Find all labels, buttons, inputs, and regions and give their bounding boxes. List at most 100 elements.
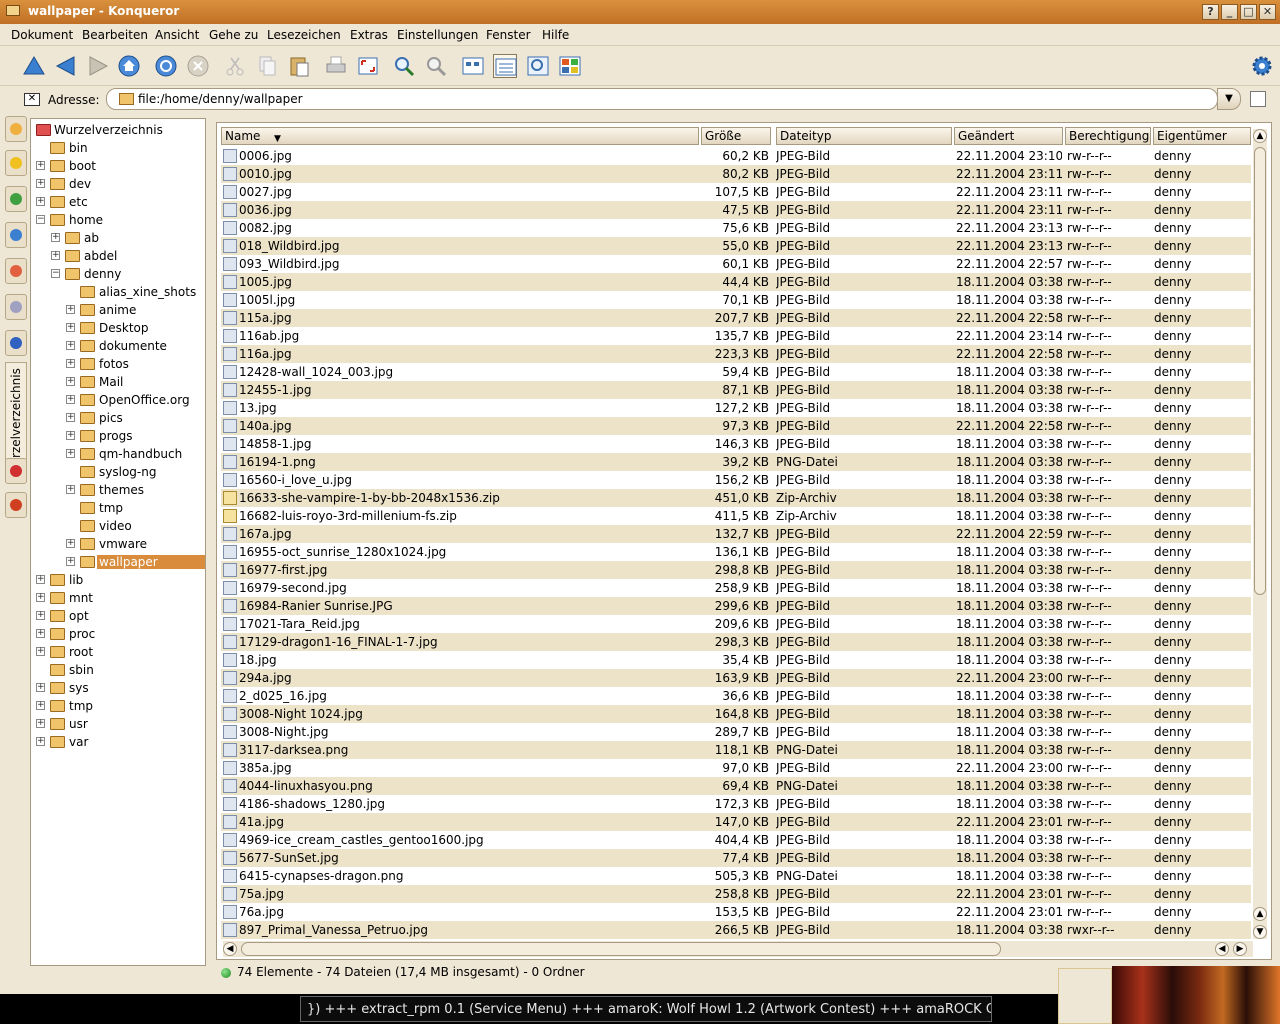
- expand-icon[interactable]: +: [36, 683, 45, 692]
- sidebar-bookmarks-button[interactable]: [5, 150, 27, 176]
- expand-icon[interactable]: +: [66, 485, 75, 494]
- vertical-scrollbar[interactable]: ▲ ▲ ▼: [1253, 129, 1267, 939]
- expand-icon[interactable]: +: [66, 557, 75, 566]
- scroll-right-arrow-icon[interactable]: ▶: [1233, 942, 1247, 956]
- file-row[interactable]: 116ab.jpg 135,7 KB JPEG-Bild 22.11.2004 23:…: [221, 327, 1251, 345]
- minimize-button[interactable]: _: [1221, 4, 1238, 20]
- news-ticker[interactable]: }) +++ extract_rpm 0.1 (Service Menu) ++…: [300, 996, 992, 1022]
- file-row[interactable]: 13.jpg 127,2 KB JPEG-Bild 18.11.2004 03:38 r…: [221, 399, 1251, 417]
- title-bar[interactable]: wallpaper - Konqueror ? _ □ ✕: [0, 0, 1280, 24]
- expand-icon[interactable]: +: [36, 197, 45, 206]
- expand-icon[interactable]: +: [36, 701, 45, 710]
- header-permissions[interactable]: Berechtigungen: [1065, 127, 1151, 145]
- expand-icon[interactable]: +: [66, 323, 75, 332]
- file-row[interactable]: 4044-linuxhasyou.png 69,4 KB PNG-Datei 18.1…: [221, 777, 1251, 795]
- expand-icon[interactable]: +: [66, 539, 75, 548]
- menu-ansicht[interactable]: Ansicht: [155, 28, 199, 42]
- clear-location-icon[interactable]: ✕: [24, 93, 40, 106]
- expand-icon[interactable]: +: [36, 611, 45, 620]
- menu-bearbeiten[interactable]: Bearbeiten: [82, 28, 148, 42]
- cut-icon[interactable]: [223, 54, 247, 78]
- file-row[interactable]: 16977-first.jpg 298,8 KB JPEG-Bild 18.11.20…: [221, 561, 1251, 579]
- forward-icon[interactable]: [86, 54, 110, 78]
- file-row[interactable]: 0082.jpg 75,6 KB JPEG-Bild 22.11.2004 23:13…: [221, 219, 1251, 237]
- file-row[interactable]: 76a.jpg 153,5 KB JPEG-Bild 22.11.2004 23:01…: [221, 903, 1251, 921]
- expand-icon[interactable]: +: [51, 251, 60, 260]
- expand-icon[interactable]: +: [36, 575, 45, 584]
- copy-icon[interactable]: [255, 54, 279, 78]
- scroll-up-arrow-icon-2[interactable]: ▲: [1253, 907, 1267, 921]
- expand-icon[interactable]: +: [36, 161, 45, 170]
- maximize-button[interactable]: □: [1240, 4, 1257, 20]
- file-list[interactable]: Name ▼ Größe Dateityp Geändert Berechtigu…: [216, 122, 1272, 960]
- folder-tree[interactable]: Wurzelverzeichnis bin + boot + dev + etc − home +…: [30, 118, 206, 966]
- sidebar-search-button[interactable]: [5, 116, 27, 142]
- close-button[interactable]: ✕: [1259, 4, 1276, 20]
- file-row[interactable]: 4969-ice_cream_castles_gentoo1600.jpg 404…: [221, 831, 1251, 849]
- expand-icon[interactable]: +: [66, 413, 75, 422]
- address-value[interactable]: file:/home/denny/wallpaper: [138, 92, 303, 106]
- file-row[interactable]: 140a.jpg 97,3 KB JPEG-Bild 22.11.2004 22:58…: [221, 417, 1251, 435]
- file-row[interactable]: 2_d025_16.jpg 36,6 KB JPEG-Bild 18.11.2004 …: [221, 687, 1251, 705]
- file-row[interactable]: 16633-she-vampire-1-by-bb-2048x1536.zip 4…: [221, 489, 1251, 507]
- file-row[interactable]: 3117-darksea.png 118,1 KB PNG-Datei 18.11.2…: [221, 741, 1251, 759]
- header-owner[interactable]: Eigentümer: [1153, 127, 1251, 145]
- fullscreen-icon[interactable]: [356, 54, 380, 78]
- konqueror-gear-icon[interactable]: [1250, 54, 1274, 78]
- file-row[interactable]: 3008-Night.jpg 289,7 KB JPEG-Bild 18.11.200…: [221, 723, 1251, 741]
- sidebar-home-button[interactable]: [5, 258, 27, 284]
- detail-view-icon[interactable]: [493, 54, 517, 78]
- print-icon[interactable]: [324, 54, 348, 78]
- file-row[interactable]: 115a.jpg 207,7 KB JPEG-Bild 22.11.2004 22:5…: [221, 309, 1251, 327]
- file-row[interactable]: 1005.jpg 44,4 KB JPEG-Bild 18.11.2004 03:38…: [221, 273, 1251, 291]
- header-modified[interactable]: Geändert: [954, 127, 1063, 145]
- menu-dokument[interactable]: Dokument: [11, 28, 73, 42]
- expand-icon[interactable]: +: [66, 341, 75, 350]
- file-row[interactable]: 6415-cynapses-dragon.png 505,3 KB PNG-Date…: [221, 867, 1251, 885]
- sidebar-network-button[interactable]: [5, 294, 27, 320]
- expand-icon[interactable]: +: [36, 719, 45, 728]
- multi-column-icon[interactable]: [558, 54, 582, 78]
- stop-icon[interactable]: [186, 54, 210, 78]
- file-row[interactable]: 18.jpg 35,4 KB JPEG-Bild 18.11.2004 03:38 rw…: [221, 651, 1251, 669]
- preview-icon[interactable]: [526, 54, 550, 78]
- file-row[interactable]: 0010.jpg 80,2 KB JPEG-Bild 22.11.2004 23:11…: [221, 165, 1251, 183]
- header-type[interactable]: Dateityp: [776, 127, 952, 145]
- file-row[interactable]: 1005l.jpg 70,1 KB JPEG-Bild 18.11.2004 03:3…: [221, 291, 1251, 309]
- file-row[interactable]: 167a.jpg 132,7 KB JPEG-Bild 22.11.2004 22:5…: [221, 525, 1251, 543]
- menu-hilfe[interactable]: Hilfe: [542, 28, 569, 42]
- menu-extras[interactable]: Extras: [350, 28, 388, 42]
- file-row[interactable]: 3008-Night 1024.jpg 164,8 KB JPEG-Bild 18.1…: [221, 705, 1251, 723]
- menu-lesezeichen[interactable]: Lesezeichen: [267, 28, 341, 42]
- sidebar-history-button[interactable]: [5, 222, 27, 248]
- file-row[interactable]: 0006.jpg 60,2 KB JPEG-Bild 22.11.2004 23:10…: [221, 147, 1251, 165]
- up-icon[interactable]: [22, 54, 46, 78]
- sidebar-devices-button[interactable]: [5, 186, 27, 212]
- expand-icon[interactable]: +: [66, 431, 75, 440]
- file-row[interactable]: 385a.jpg 97,0 KB JPEG-Bild 22.11.2004 23:00…: [221, 759, 1251, 777]
- address-dropdown-button[interactable]: ▼: [1217, 88, 1241, 110]
- scroll-up-arrow-icon[interactable]: ▲: [1253, 129, 1267, 143]
- expand-icon[interactable]: +: [66, 377, 75, 386]
- file-row[interactable]: 16194-1.png 39,2 KB PNG-Datei 18.11.2004 03…: [221, 453, 1251, 471]
- file-row[interactable]: 16560-i_love_u.jpg 156,2 KB JPEG-Bild 18.11…: [221, 471, 1251, 489]
- menu-gehe-zu[interactable]: Gehe zu: [209, 28, 258, 42]
- expand-icon[interactable]: +: [66, 359, 75, 368]
- scroll-left-arrow-icon[interactable]: ◀: [223, 942, 237, 956]
- help-button[interactable]: ?: [1202, 4, 1219, 20]
- scroll-left-arrow-icon-2[interactable]: ◀: [1215, 942, 1229, 956]
- address-input[interactable]: file:/home/denny/wallpaper: [106, 88, 1218, 110]
- tray-applet[interactable]: [1058, 968, 1112, 1024]
- menu-fenster[interactable]: Fenster: [486, 28, 531, 42]
- file-row[interactable]: 14858-1.jpg 146,3 KB JPEG-Bild 18.11.2004 0…: [221, 435, 1251, 453]
- file-row[interactable]: 16955-oct_sunrise_1280x1024.jpg 136,1 KB J…: [221, 543, 1251, 561]
- scroll-down-arrow-icon[interactable]: ▼: [1253, 925, 1267, 939]
- file-row[interactable]: 116a.jpg 223,3 KB JPEG-Bild 22.11.2004 22:5…: [221, 345, 1251, 363]
- menu-einstellungen[interactable]: Einstellungen: [397, 28, 478, 42]
- file-row[interactable]: 0027.jpg 107,5 KB JPEG-Bild 22.11.2004 23:1…: [221, 183, 1251, 201]
- file-row[interactable]: 16984-Ranier Sunrise.JPG 299,6 KB JPEG-Bil…: [221, 597, 1251, 615]
- file-row[interactable]: 0036.jpg 47,5 KB JPEG-Bild 22.11.2004 23:11…: [221, 201, 1251, 219]
- file-row[interactable]: 4186-shadows_1280.jpg 172,3 KB JPEG-Bild 18…: [221, 795, 1251, 813]
- zoom-in-icon[interactable]: [392, 54, 416, 78]
- file-row[interactable]: 5677-SunSet.jpg 77,4 KB JPEG-Bild 18.11.200…: [221, 849, 1251, 867]
